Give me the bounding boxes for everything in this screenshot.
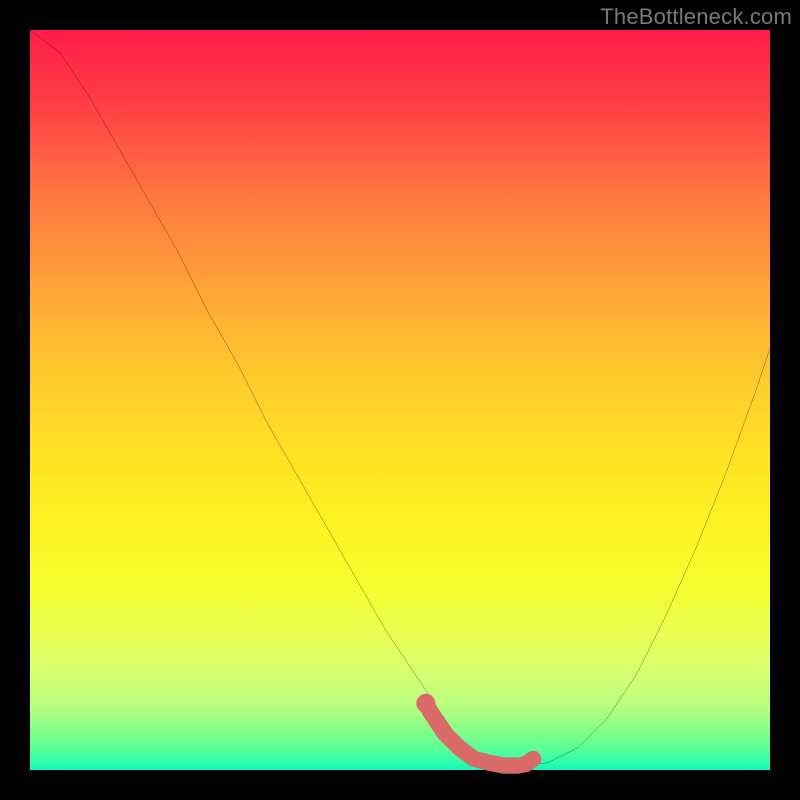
chart-stage: TheBottleneck.com [0,0,800,800]
chart-curve-layer [30,30,770,770]
highlight-dot [416,694,435,713]
plot-area [30,30,770,770]
optimal-highlight [430,711,534,766]
watermark-text: TheBottleneck.com [600,4,792,30]
main-curve [30,30,770,766]
